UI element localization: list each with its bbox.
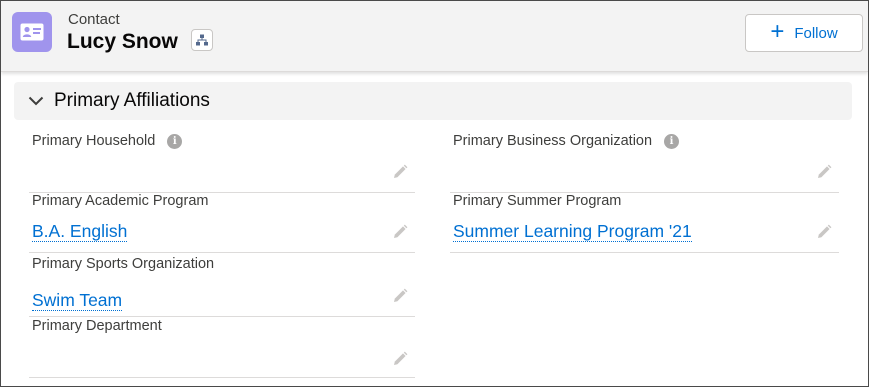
follow-button-label: Follow	[794, 24, 838, 42]
info-icon[interactable]: i	[167, 134, 183, 149]
field-label: Primary Summer Program	[453, 193, 622, 209]
pencil-icon[interactable]	[391, 287, 409, 305]
hierarchy-icon	[196, 34, 208, 46]
follow-button[interactable]: + Follow	[745, 14, 863, 52]
field-label: Primary Department	[32, 318, 162, 334]
pencil-icon[interactable]	[815, 223, 833, 241]
field-primary-household: Primary Household i	[29, 133, 415, 193]
field-label-text: Primary Household	[32, 133, 156, 149]
section-toggle[interactable]: Primary Affiliations	[14, 82, 852, 120]
field-label: Primary Business Organization i	[453, 133, 680, 149]
pencil-icon[interactable]	[815, 163, 833, 181]
field-primary-department: Primary Department	[29, 318, 415, 378]
field-value-link[interactable]: B.A. English	[32, 221, 128, 242]
pencil-icon[interactable]	[391, 163, 409, 181]
field-label: Primary Household i	[32, 133, 183, 149]
pencil-icon[interactable]	[391, 223, 409, 241]
field-value-link[interactable]: Swim Team	[32, 290, 123, 311]
info-icon[interactable]: i	[664, 134, 680, 149]
field-primary-academic-program: Primary Academic Program B.A. English	[29, 193, 415, 253]
field-label: Primary Sports Organization	[32, 256, 215, 272]
chevron-down-icon	[26, 91, 46, 111]
contact-card-icon	[12, 12, 52, 52]
record-title: Lucy Snow	[67, 30, 178, 53]
field-primary-business-organization: Primary Business Organization i	[450, 133, 839, 193]
plus-icon: +	[770, 18, 785, 45]
hierarchy-button[interactable]	[191, 29, 213, 51]
field-label-text: Primary Business Organization	[453, 133, 653, 149]
object-type-label: Contact	[68, 11, 120, 28]
field-primary-sports-organization: Primary Sports Organization Swim Team	[29, 256, 415, 317]
record-page: Contact Lucy Snow + Follow Primary Affil…	[0, 0, 869, 387]
field-primary-summer-program: Primary Summer Program Summer Learning P…	[450, 193, 839, 253]
field-label: Primary Academic Program	[32, 193, 209, 209]
section-title: Primary Affiliations	[54, 90, 210, 111]
field-value-link[interactable]: Summer Learning Program '21	[453, 221, 692, 242]
record-header: Contact Lucy Snow + Follow	[1, 1, 868, 72]
pencil-icon[interactable]	[391, 350, 409, 368]
